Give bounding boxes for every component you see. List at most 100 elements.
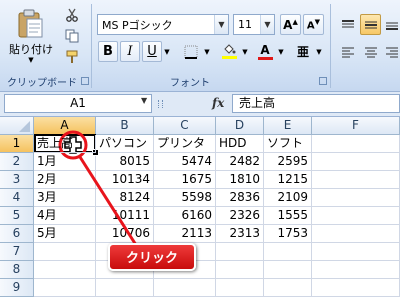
- cell-a8[interactable]: [34, 261, 96, 279]
- cell-d8[interactable]: [216, 261, 264, 279]
- align-top-button[interactable]: [337, 14, 358, 35]
- font-dialog-launcher[interactable]: [319, 77, 327, 85]
- borders-dropdown[interactable]: ▼: [202, 41, 212, 62]
- fx-icon[interactable]: fx: [212, 96, 224, 110]
- cell-e2[interactable]: 2595: [264, 153, 312, 171]
- row-header-1[interactable]: 1: [0, 135, 34, 153]
- row-header-2[interactable]: 2: [0, 153, 34, 171]
- cell-d3[interactable]: 1810: [216, 171, 264, 189]
- column-header-d[interactable]: D: [216, 117, 264, 135]
- paste-dropdown[interactable]: ▼: [6, 54, 56, 66]
- cell-d9[interactable]: [216, 279, 264, 297]
- font-size-dropdown-icon[interactable]: ▼: [260, 15, 274, 34]
- cell-c5[interactable]: 6160: [154, 207, 216, 225]
- cell-d4[interactable]: 2836: [216, 189, 264, 207]
- column-header-f[interactable]: F: [312, 117, 400, 135]
- cell-e5[interactable]: 1555: [264, 207, 312, 225]
- phonetic-dropdown[interactable]: ▼: [314, 41, 324, 62]
- copy-button[interactable]: [62, 27, 82, 45]
- row-header-8[interactable]: 8: [0, 261, 34, 279]
- shrink-font-button[interactable]: A▼: [303, 14, 324, 35]
- cell-a2[interactable]: 1月: [34, 153, 96, 171]
- underline-button[interactable]: U: [142, 41, 162, 62]
- clipboard-dialog-launcher[interactable]: [81, 77, 89, 85]
- cell-c4[interactable]: 5598: [154, 189, 216, 207]
- align-left-button[interactable]: [337, 41, 358, 62]
- cell-b4[interactable]: 8124: [96, 189, 154, 207]
- cell-f5[interactable]: [312, 207, 400, 225]
- cell-a3[interactable]: 2月: [34, 171, 96, 189]
- align-center-button[interactable]: [360, 41, 381, 62]
- format-painter-button[interactable]: [62, 48, 82, 66]
- cell-b2[interactable]: 8015: [96, 153, 154, 171]
- cell-e6[interactable]: 1753: [264, 225, 312, 243]
- cell-e7[interactable]: [264, 243, 312, 261]
- bold-button[interactable]: B: [98, 41, 118, 62]
- cell-d7[interactable]: [216, 243, 264, 261]
- grow-font-button[interactable]: A▲: [280, 14, 301, 35]
- formula-splitter-handle[interactable]: [158, 100, 163, 108]
- cell-f6[interactable]: [312, 225, 400, 243]
- row-header-5[interactable]: 5: [0, 207, 34, 225]
- cell-a1[interactable]: 売上高: [34, 135, 96, 153]
- cell-f7[interactable]: [312, 243, 400, 261]
- cell-a9[interactable]: [34, 279, 96, 297]
- cell-f8[interactable]: [312, 261, 400, 279]
- font-name-select[interactable]: MS Pゴシック ▼: [97, 14, 229, 35]
- column-header-a[interactable]: A: [34, 117, 96, 135]
- fill-color-dropdown[interactable]: ▼: [240, 41, 250, 62]
- cell-d5[interactable]: 2326: [216, 207, 264, 225]
- cell-c3[interactable]: 1675: [154, 171, 216, 189]
- cell-a7[interactable]: [34, 243, 96, 261]
- column-header-c[interactable]: C: [154, 117, 216, 135]
- cell-b3[interactable]: 10134: [96, 171, 154, 189]
- cell-f4[interactable]: [312, 189, 400, 207]
- cell-b9[interactable]: [96, 279, 154, 297]
- cell-e9[interactable]: [264, 279, 312, 297]
- phonetic-button[interactable]: 亜: [292, 41, 314, 62]
- row-header-6[interactable]: 6: [0, 225, 34, 243]
- cell-a6[interactable]: 5月: [34, 225, 96, 243]
- font-name-dropdown-icon[interactable]: ▼: [214, 15, 228, 34]
- cell-b6[interactable]: 10706: [96, 225, 154, 243]
- row-header-3[interactable]: 3: [0, 171, 34, 189]
- row-header-7[interactable]: 7: [0, 243, 34, 261]
- cell-d1[interactable]: HDD: [216, 135, 264, 153]
- cell-f9[interactable]: [312, 279, 400, 297]
- fill-color-button[interactable]: [218, 41, 240, 62]
- column-header-e[interactable]: E: [264, 117, 312, 135]
- cell-e1[interactable]: ソフト: [264, 135, 312, 153]
- cell-d2[interactable]: 2482: [216, 153, 264, 171]
- cut-button[interactable]: [62, 6, 82, 24]
- cell-a5[interactable]: 4月: [34, 207, 96, 225]
- cell-e4[interactable]: 2109: [264, 189, 312, 207]
- cell-f2[interactable]: [312, 153, 400, 171]
- cell-a4[interactable]: 3月: [34, 189, 96, 207]
- cell-b5[interactable]: 10111: [96, 207, 154, 225]
- font-size-select[interactable]: 11 ▼: [233, 14, 275, 35]
- column-header-b[interactable]: B: [96, 117, 154, 135]
- cell-f1[interactable]: [312, 135, 400, 153]
- formula-input[interactable]: 売上高: [232, 94, 400, 113]
- cell-c6[interactable]: 2113: [154, 225, 216, 243]
- name-box-dropdown-icon[interactable]: ▼: [141, 96, 147, 105]
- row-header-4[interactable]: 4: [0, 189, 34, 207]
- cell-c2[interactable]: 5474: [154, 153, 216, 171]
- select-all-corner[interactable]: [0, 117, 34, 135]
- cell-c9[interactable]: [154, 279, 216, 297]
- cell-d6[interactable]: 2313: [216, 225, 264, 243]
- cell-c1[interactable]: プリンタ: [154, 135, 216, 153]
- cell-b1[interactable]: パソコン: [96, 135, 154, 153]
- italic-button[interactable]: I: [120, 41, 140, 62]
- borders-button[interactable]: [180, 41, 202, 62]
- underline-dropdown[interactable]: ▼: [162, 41, 172, 62]
- font-color-dropdown[interactable]: ▼: [276, 41, 286, 62]
- align-right-button[interactable]: [383, 41, 400, 62]
- row-header-9[interactable]: 9: [0, 279, 34, 297]
- cell-f3[interactable]: [312, 171, 400, 189]
- cell-e3[interactable]: 1215: [264, 171, 312, 189]
- align-middle-button[interactable]: [360, 14, 381, 35]
- name-box[interactable]: A1: [4, 94, 152, 113]
- cell-e8[interactable]: [264, 261, 312, 279]
- align-bottom-button[interactable]: [383, 14, 400, 35]
